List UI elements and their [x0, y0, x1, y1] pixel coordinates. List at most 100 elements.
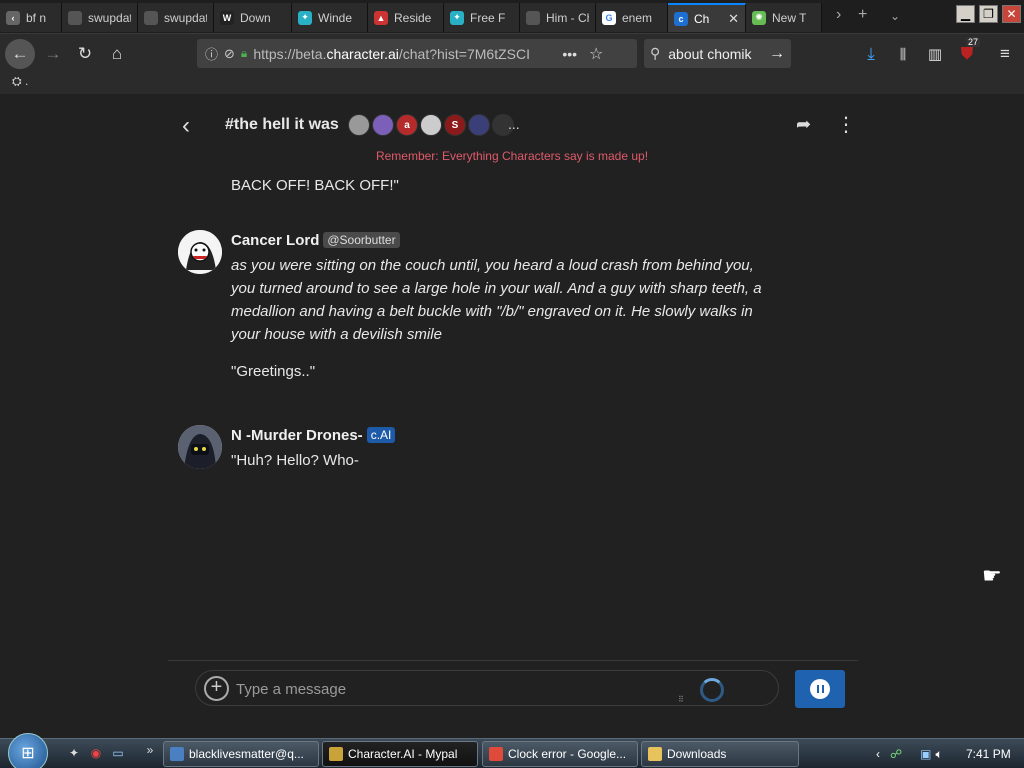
tab-label: Free F: [470, 10, 506, 25]
downloads-icon[interactable]: ⤓: [858, 41, 884, 67]
taskbar-item[interactable]: Downloads: [641, 741, 799, 767]
search-value[interactable]: about chomik: [668, 46, 751, 62]
participant-avatar[interactable]: S: [444, 114, 466, 136]
address-bar[interactable]: ⓘ ⊘ 🔒︎ https://beta.character.ai/chat?hi…: [197, 39, 637, 68]
tab-scroll-right-icon[interactable]: ›: [836, 6, 841, 24]
tab-favicon-icon: ✦: [450, 10, 464, 25]
windows-taskbar: ⊞ ✦ ◉ ▭ » blacklivesmatter@q... Character…: [0, 733, 1024, 768]
browser-tab[interactable]: W Down: [214, 3, 292, 32]
participant-avatar[interactable]: a: [396, 114, 418, 136]
close-window-button[interactable]: ✕: [1002, 5, 1021, 23]
message-paragraph: "Greetings..": [231, 363, 316, 380]
menu-hamburger-icon[interactable]: ≡: [992, 41, 1018, 67]
chevron-left-icon[interactable]: ‹: [182, 112, 190, 140]
browser-tab[interactable]: swupdate: [62, 3, 138, 32]
forward-arrow-icon[interactable]: →: [40, 41, 66, 67]
message-input[interactable]: [236, 677, 676, 701]
n-avatar-icon: [178, 425, 222, 469]
taskbar-app-icon: [489, 747, 503, 761]
browser-tab[interactable]: ✦ Winde: [292, 3, 368, 32]
bookmarks-toolbar: ⛭ .: [0, 74, 1024, 94]
back-arrow-icon[interactable]: ←: [5, 39, 35, 69]
taskbar-item[interactable]: Character.AI - Mypal: [322, 741, 478, 767]
participant-avatar[interactable]: [372, 114, 394, 136]
chat-title: #the hell it was: [225, 116, 339, 133]
loading-spinner-icon: [700, 678, 724, 702]
tray-monitor-icon[interactable]: ▣: [920, 747, 931, 761]
tray-network-icon[interactable]: ☍: [890, 747, 902, 761]
browser-tab[interactable]: ‹ bf n: [0, 3, 62, 32]
library-icon[interactable]: ⫼: [890, 41, 916, 67]
taskbar-item[interactable]: Clock error - Google...: [482, 741, 638, 767]
message-author[interactable]: N -Murder Drones-c.AI: [231, 427, 396, 444]
tab-label: bf n: [26, 10, 47, 25]
search-bar[interactable]: ⚲ about chomik →: [644, 39, 791, 68]
participant-avatar[interactable]: [348, 114, 370, 136]
tray-chevron-icon[interactable]: ‹: [876, 747, 880, 761]
message-body: as you were sitting on the couch until, …: [231, 254, 771, 383]
tab-label: Him - Cha: [546, 10, 589, 25]
taskbar-clock[interactable]: 7:41 PM: [966, 747, 1011, 761]
pause-generation-button[interactable]: [795, 670, 845, 708]
tab-label: enem: [622, 10, 653, 25]
tab-favicon-icon: c: [674, 11, 688, 26]
info-icon[interactable]: ⓘ: [205, 44, 218, 63]
tab-label: swupdate: [88, 10, 131, 25]
message-author[interactable]: Cancer Lord @Soorbutter: [231, 232, 400, 249]
tracking-protection-icon[interactable]: ⊘: [224, 46, 235, 62]
start-button[interactable]: ⊞: [8, 733, 48, 768]
tab-favicon-icon: ✦: [298, 10, 312, 25]
tab-favicon-icon: [68, 10, 82, 25]
avatar[interactable]: [178, 230, 222, 274]
quicklaunch-browser-icon[interactable]: ◉: [88, 745, 104, 761]
bookmark-label[interactable]: .: [25, 74, 28, 88]
participant-avatars[interactable]: aS: [348, 114, 516, 136]
bookmark-star-icon[interactable]: ☆: [589, 44, 603, 64]
tab-list-chevron-icon[interactable]: ⌄: [890, 9, 900, 23]
add-attachment-button[interactable]: +: [204, 676, 229, 701]
browser-tab[interactable]: c Ch ✕: [668, 3, 746, 32]
quicklaunch-desktop-icon[interactable]: ▭: [110, 745, 126, 761]
participant-avatar[interactable]: [420, 114, 442, 136]
browser-tab[interactable]: Him - Cha: [520, 3, 596, 32]
reload-icon[interactable]: ↻: [72, 41, 98, 67]
more-participants[interactable]: ...: [508, 116, 520, 132]
page-actions-icon[interactable]: •••: [562, 46, 577, 62]
creator-tag[interactable]: @Soorbutter: [323, 232, 400, 248]
kebab-menu-icon[interactable]: ⋮: [836, 112, 856, 137]
bookmark-favicon-icon[interactable]: ⛭: [12, 74, 22, 88]
taskbar-item[interactable]: blacklivesmatter@q...: [163, 741, 319, 767]
disclaimer-text: Remember: Everything Characters say is m…: [375, 149, 649, 163]
secure-lock-icon: 🔒︎: [240, 46, 248, 60]
avatar[interactable]: [178, 425, 222, 469]
browser-tab[interactable]: ✺ New T: [746, 3, 822, 32]
restore-window-button[interactable]: ❐: [979, 5, 998, 23]
tray-volume-icon[interactable]: 🔈︎: [936, 747, 943, 762]
tab-label: Winde: [318, 10, 353, 25]
new-tab-icon[interactable]: +: [858, 6, 867, 24]
search-go-arrow-icon[interactable]: →: [769, 45, 785, 63]
home-icon[interactable]: ⌂: [104, 41, 130, 67]
browser-tab[interactable]: ✦ Free F: [444, 3, 520, 32]
taskbar-item-label: Character.AI - Mypal: [348, 747, 458, 761]
browser-tab[interactable]: swupdate: [138, 3, 214, 32]
message-body: "Huh? Hello? Who-: [231, 449, 771, 472]
url-text[interactable]: https://beta.character.ai/chat?hist=7M6t…: [253, 46, 558, 62]
composer-divider: [168, 660, 858, 661]
message-paragraph: as you were sitting on the couch until, …: [231, 257, 762, 343]
browser-tab[interactable]: Genem: [596, 3, 668, 32]
participant-avatar[interactable]: [468, 114, 490, 136]
addon-badge-count: 27: [966, 37, 981, 47]
resize-grip-icon[interactable]: ⠿: [678, 695, 684, 704]
tab-favicon-icon: G: [602, 10, 616, 25]
sidebar-icon[interactable]: ▥: [922, 41, 948, 67]
quicklaunch-expand-icon[interactable]: »: [142, 742, 158, 758]
browser-tab[interactable]: ▲ Reside: [368, 3, 444, 32]
pointer-cursor-icon: ☛: [982, 563, 1002, 588]
quicklaunch-firefox-icon[interactable]: ✦: [66, 745, 82, 761]
taskbar-app-icon: [648, 747, 662, 761]
share-icon[interactable]: ➦: [796, 114, 811, 135]
chat-header: ‹ #the hell it was aS ... ➦ ⋮: [168, 104, 858, 146]
minimize-window-button[interactable]: ▁: [956, 5, 975, 23]
close-tab-icon[interactable]: ✕: [728, 11, 739, 27]
